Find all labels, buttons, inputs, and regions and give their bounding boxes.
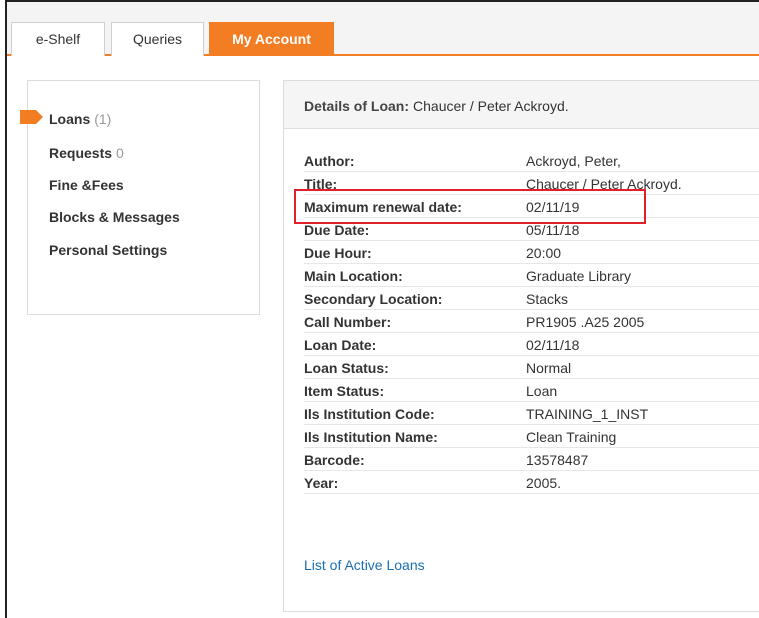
window-frame-left [5,0,7,618]
field-label: Maximum renewal date: [304,199,462,215]
field-row-due-date: Due Date: 05/11/18 [304,218,759,241]
sidebar-item-requests[interactable]: Requests 0 [49,145,124,161]
field-label: Due Hour: [304,245,372,261]
field-row-loan-status: Loan Status: Normal [304,356,759,379]
field-value: PR1905 .A25 2005 [526,314,645,330]
details-title: Details of Loan: Chaucer / Peter Ackroyd. [304,98,569,114]
field-label: Barcode: [304,452,365,468]
field-row-year: Year: 2005. [304,471,759,494]
field-value: 2005. [526,475,562,491]
field-value: 05/11/18 [526,222,580,238]
field-row-institution-code: Ils Institution Code: TRAINING_1_INST [304,402,759,425]
details-header: Details of Loan: Chaucer / Peter Ackroyd. [284,81,759,129]
field-label: Secondary Location: [304,291,443,307]
tab-my-account[interactable]: My Account [209,22,334,56]
tab-queries[interactable]: Queries [111,22,204,56]
field-row-barcode: Barcode: 13578487 [304,448,759,471]
field-row-item-status: Item Status: Loan [304,379,759,402]
details-title-value: Chaucer / Peter Ackroyd. [413,98,569,114]
field-value: TRAINING_1_INST [526,406,649,422]
sidebar-item-loans[interactable]: Loans (1) [49,111,111,127]
field-value: 02/11/18 [526,337,580,353]
field-row-secondary-location: Secondary Location: Stacks [304,287,759,310]
field-label: Loan Status: [304,360,389,376]
sidebar-item-label: Loans [49,111,91,127]
loans-count: (1) [94,111,112,127]
field-row-main-location: Main Location: Graduate Library [304,264,759,287]
field-value: Stacks [526,291,569,307]
field-value: Ackroyd, Peter, [526,153,621,169]
sidebar-item-blocks-messages[interactable]: Blocks & Messages [49,209,180,225]
field-value: Chaucer / Peter Ackroyd. [526,176,682,192]
requests-count: 0 [116,145,124,161]
field-row-institution-name: Ils Institution Name: Clean Training [304,425,759,448]
field-value: Loan [526,383,558,399]
field-row-loan-date: Loan Date: 02/11/18 [304,333,759,356]
field-row-author: Author: Ackroyd, Peter, [304,149,759,172]
account-sidebar: Loans (1) Requests 0 Fine &Fees Blocks & M… [27,80,260,315]
field-label: Author: [304,153,355,169]
field-value: 13578487 [526,452,589,468]
sidebar-item-label: Requests [49,145,113,161]
sidebar-item-personal-settings[interactable]: Personal Settings [49,242,167,258]
field-row-due-hour: Due Hour: 20:00 [304,241,759,264]
details-title-label: Details of Loan: [304,98,410,114]
sidebar-item-fines-fees[interactable]: Fine &Fees [49,177,124,193]
field-label: Item Status: [304,383,385,399]
field-label: Due Date: [304,222,370,238]
field-row-call-number: Call Number: PR1905 .A25 2005 [304,310,759,333]
field-label: Ils Institution Name: [304,429,438,445]
field-row-title: Title: Chaucer / Peter Ackroyd. [304,172,759,195]
field-value: 02/11/19 [526,199,580,215]
tab-e-shelf[interactable]: e-Shelf [11,22,105,56]
field-value: Graduate Library [526,268,632,284]
field-label: Title: [304,176,338,192]
field-label: Year: [304,475,339,491]
field-value: Normal [526,360,572,376]
field-label: Main Location: [304,268,403,284]
field-label: Call Number: [304,314,392,330]
tab-bar: e-Shelf Queries My Account [7,2,759,56]
field-label: Ils Institution Code: [304,406,435,422]
loan-details-panel: Details of Loan: Chaucer / Peter Ackroyd.… [283,80,759,612]
field-label: Loan Date: [304,337,377,353]
tag-arrow-icon [20,110,43,124]
field-value: 20:00 [526,245,562,261]
field-value: Clean Training [526,429,617,445]
field-row-max-renewal-date: Maximum renewal date: 02/11/19 [304,195,759,218]
list-of-active-loans-link[interactable]: List of Active Loans [304,557,425,573]
